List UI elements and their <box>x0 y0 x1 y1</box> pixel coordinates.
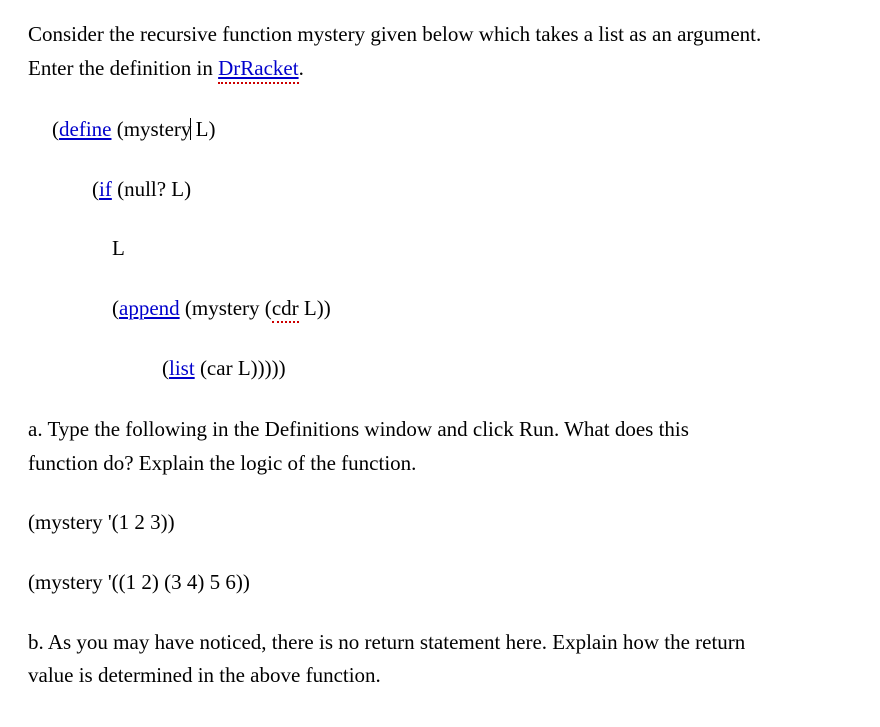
question-a: a. Type the following in the Definitions… <box>28 413 852 480</box>
paren: ( <box>52 117 59 141</box>
intro-line1: Consider the recursive function mystery … <box>28 22 761 46</box>
keyword-define: define <box>59 117 111 141</box>
code-block: (define (mystery L) (if (null? L) L (app… <box>52 113 852 385</box>
code-text: (mystery <box>111 117 191 141</box>
code-text: L)) <box>299 296 331 320</box>
intro-line2-part1: Enter the definition in <box>28 56 218 80</box>
intro-line2-part2: . <box>299 56 304 80</box>
question-b: b. As you may have noticed, there is no … <box>28 626 852 693</box>
intro-drracket: DrRacket <box>218 56 298 84</box>
keyword-list: list <box>169 356 195 380</box>
code-line-2: (if (null? L) <box>92 173 852 207</box>
intro-paragraph: Consider the recursive function mystery … <box>28 18 852 85</box>
question-b-line1: b. As you may have noticed, there is no … <box>28 630 745 654</box>
question-a-line1: a. Type the following in the Definitions… <box>28 417 689 441</box>
code-text: (car L))))) <box>195 356 286 380</box>
keyword-if: if <box>99 177 112 201</box>
keyword-cdr: cdr <box>272 296 299 323</box>
code-text: L <box>112 236 125 260</box>
paren: ( <box>162 356 169 380</box>
paren: ( <box>112 296 119 320</box>
expression-1: (mystery '(1 2 3)) <box>28 506 852 540</box>
code-line-5: (list (car L))))) <box>162 352 852 386</box>
code-text: L) <box>190 117 215 141</box>
expression-2: (mystery '((1 2) (3 4) 5 6)) <box>28 566 852 600</box>
code-text: (mystery ( <box>180 296 272 320</box>
text-cursor <box>190 118 191 140</box>
code-line-4: (append (mystery (cdr L)) <box>112 292 852 326</box>
keyword-append: append <box>119 296 180 320</box>
code-line-1: (define (mystery L) <box>52 113 852 147</box>
code-text: (null? L) <box>112 177 191 201</box>
paren: ( <box>92 177 99 201</box>
code-line-3: L <box>112 232 852 266</box>
question-a-line2: function do? Explain the logic of the fu… <box>28 451 416 475</box>
question-b-line2: value is determined in the above functio… <box>28 663 381 687</box>
